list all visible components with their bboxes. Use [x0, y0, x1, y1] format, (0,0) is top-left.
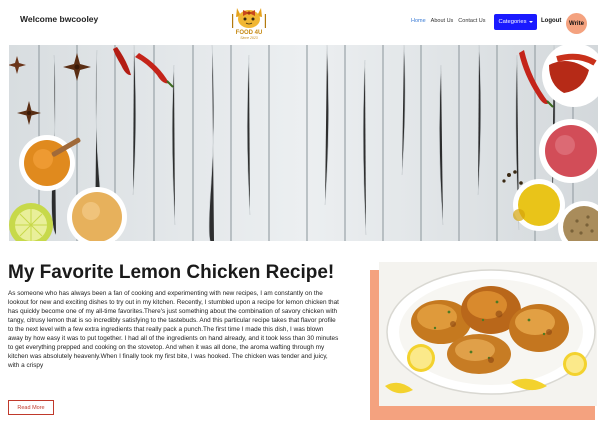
post-title: My Favorite Lemon Chicken Recipe! — [8, 262, 335, 283]
navbar: Welcome bwcooley FOOD 4U Since 2023 Home… — [0, 0, 607, 44]
post-description: As someone who has always been a fan of … — [8, 290, 339, 370]
caret-down-icon — [528, 21, 533, 23]
logout-link[interactable]: Logout — [541, 18, 561, 24]
spices-wooden-table-image — [9, 45, 598, 241]
categories-dropdown-button[interactable]: Categories — [494, 14, 537, 30]
nav-links: Home About Us Contact Us — [411, 18, 486, 24]
site-logo[interactable]: FOOD 4U Since 2023 — [230, 2, 268, 42]
post-image[interactable] — [379, 262, 597, 406]
hero-banner-image — [9, 45, 598, 241]
chef-hat-logo-icon — [232, 8, 266, 28]
nav-link-home[interactable]: Home — [411, 18, 426, 24]
welcome-text: Welcome bwcooley — [20, 14, 99, 24]
nav-link-contact-us[interactable]: Contact Us — [458, 18, 485, 24]
read-more-button[interactable]: Read More — [8, 400, 54, 415]
logo-tagline: Since 2023 — [240, 36, 258, 40]
categories-label: Categories — [498, 19, 527, 25]
write-button[interactable]: Write — [566, 13, 587, 34]
nav-link-about-us[interactable]: About Us — [431, 18, 454, 24]
lemon-chicken-plate-image — [379, 262, 597, 406]
